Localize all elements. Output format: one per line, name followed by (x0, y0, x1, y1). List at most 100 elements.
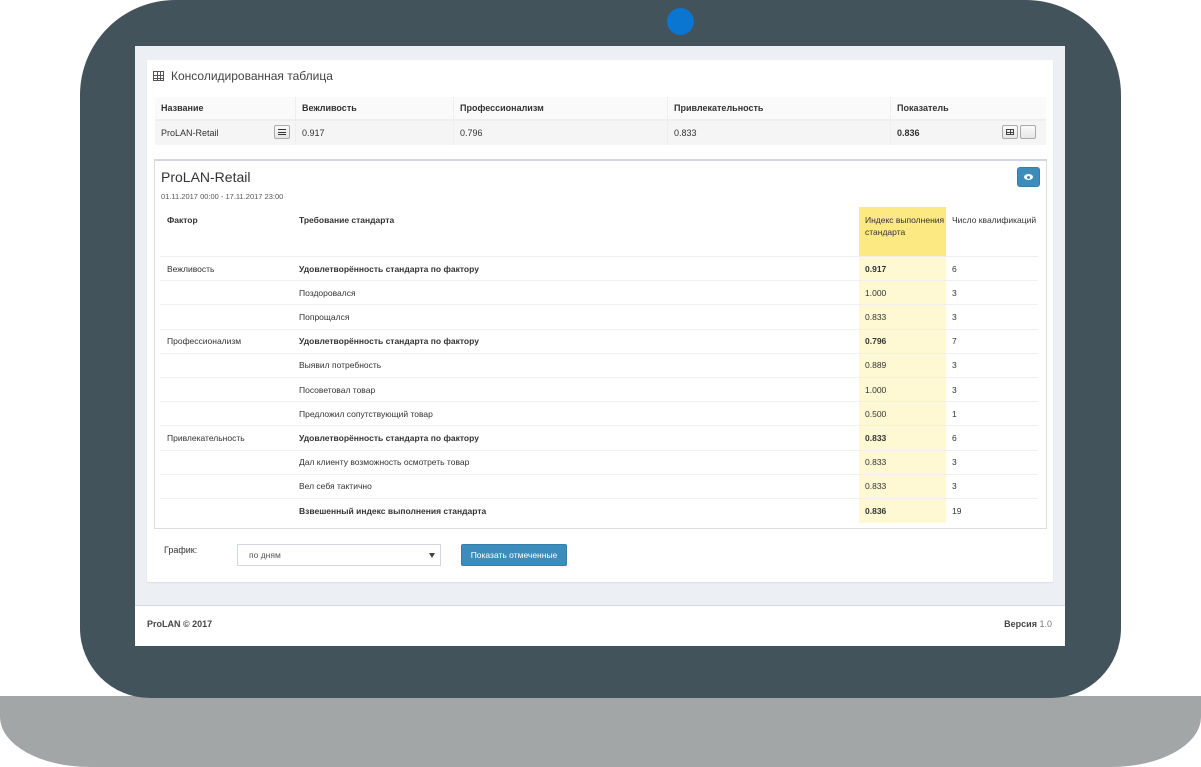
detail-cell-requirement: Дал клиенту возможность осмотреть товар (299, 457, 470, 468)
table-row: Взвешенный индекс выполнения стандарта 0.… (160, 498, 1038, 524)
detail-cell-requirement: Выявил потребность (299, 360, 382, 371)
detail-cell-factor (160, 354, 292, 377)
footer-copyright: ProLAN © 2017 (147, 619, 213, 629)
summary-row-name: ProLAN-Retail (161, 128, 219, 138)
summary-header-indicator: Показатель (897, 103, 949, 113)
detail-cell-index: 0.833 (859, 426, 946, 450)
detail-cell-factor (160, 281, 292, 304)
chart-period-value: по дням (249, 550, 281, 560)
detail-cell-factor (160, 378, 292, 401)
table-icon (153, 71, 164, 81)
detail-cell-factor (160, 451, 292, 474)
detail-cell-factor (160, 305, 292, 328)
caret-down-icon (429, 553, 435, 558)
summary-row-politeness: 0.917 (296, 121, 454, 145)
detail-cell-index: 0.796 (859, 329, 946, 353)
summary-row-indicator: 0.836 (897, 128, 920, 138)
detail-cell-factor: Привлекательность (167, 432, 245, 443)
detail-cell-index: 0.500 (859, 402, 946, 426)
footer-version-number: 1.0 (1039, 619, 1052, 629)
detail-header-factor: Фактор (167, 215, 198, 225)
panel-title: Консолидированная таблица (171, 69, 333, 83)
chart-period-select[interactable]: по дням (237, 544, 441, 566)
table-row: Поздоровался 1.000 3 (160, 281, 1038, 306)
table-row: Дал клиенту возможность осмотреть товар 0… (160, 450, 1038, 475)
detail-cell-requirement: Поздоровался (299, 287, 356, 298)
detail-cell-requirement: Вел себя тактично (299, 481, 372, 492)
table-row: Профессионализм Удовлетворённость стандар… (160, 329, 1038, 354)
detail-cell-requirement: Удовлетворённость стандарта по фактору (299, 263, 479, 274)
table-icon (1006, 129, 1014, 135)
detail-cell-requirement: Удовлетворённость стандарта по фактору (299, 336, 479, 347)
detail-cell-index: 0.833 (859, 450, 946, 474)
summary-table: Название Вежливость Профессионализм Прив… (155, 97, 1046, 145)
detail-cell-requirement: Взвешенный индекс выполнения стандарта (299, 505, 487, 516)
detail-cell-count: 3 (952, 287, 957, 298)
panel-header: Консолидированная таблица (153, 66, 333, 86)
table-row: ProLAN-Retail 0.917 0.796 0.833 0.836 (155, 121, 1046, 145)
row-blank-button[interactable] (1020, 125, 1036, 139)
detail-cell-factor (160, 475, 292, 498)
detail-cell-requirement: Предложил сопутствующий товар (299, 408, 433, 419)
detail-rows: Вежливость Удовлетворённость стандарта по… (160, 257, 1038, 524)
detail-cell-count: 3 (952, 481, 957, 492)
detail-cell-count: 7 (952, 336, 957, 347)
table-row: Привлекательность Удовлетворённость станд… (160, 426, 1038, 451)
detail-header-index: Индекс выполнения стандарта (859, 207, 946, 256)
detail-title: ProLAN-Retail (161, 169, 251, 185)
summary-header-name: Название (155, 97, 296, 119)
detail-header-count: Число квалификаций (952, 215, 1037, 225)
detail-cell-factor (160, 402, 292, 425)
detail-cell-count: 3 (952, 384, 957, 395)
detail-cell-index: 0.836 (859, 498, 946, 524)
detail-cell-index: 1.000 (859, 377, 946, 402)
detail-cell-index: 0.889 (859, 353, 946, 377)
app-screen: Консолидированная таблица Название Вежли… (135, 46, 1065, 646)
summary-header-politeness: Вежливость (296, 97, 454, 119)
detail-cell-count: 6 (952, 263, 957, 274)
footer-version-label: Версия (1004, 619, 1037, 629)
detail-cell-requirement: Посоветовал товар (299, 384, 376, 395)
detail-cell-count: 19 (952, 505, 962, 516)
summary-header-attractiveness: Привлекательность (668, 97, 891, 119)
chart-label: График: (164, 545, 198, 555)
table-row: Попрощался 0.833 3 (160, 305, 1038, 330)
eye-icon (1024, 174, 1033, 180)
detail-cell-index: 1.000 (859, 281, 946, 305)
row-menu-button[interactable] (274, 125, 290, 139)
table-row: Вел себя тактично 0.833 3 (160, 474, 1038, 499)
summary-row-attractiveness: 0.833 (668, 121, 891, 145)
detail-cell-index: 0.833 (859, 474, 946, 498)
detail-cell-count: 3 (952, 360, 957, 371)
detail-cell-requirement: Попрощался (299, 311, 350, 322)
table-row: Посоветовал товар 1.000 3 (160, 377, 1038, 403)
table-row: Вежливость Удовлетворённость стандарта по… (160, 257, 1038, 282)
summary-header-professionalism: Профессионализм (454, 97, 668, 119)
detail-box: ProLAN-Retail 01.11.2017 00:00 - 17.11.2… (154, 159, 1047, 529)
detail-cell-count: 3 (952, 311, 957, 322)
detail-cell-count: 6 (952, 432, 957, 443)
detail-cell-factor (160, 499, 292, 523)
laptop-base (0, 696, 1201, 767)
detail-table: Фактор Требование стандарта Индекс выпол… (160, 207, 1038, 524)
footer: ProLAN © 2017 Версия 1.0 (135, 605, 1065, 646)
detail-cell-count: 1 (952, 408, 957, 419)
detail-cell-requirement: Удовлетворённость стандарта по фактору (299, 432, 479, 443)
detail-date-range: 01.11.2017 00:00 - 17.11.2017 23:00 (161, 192, 284, 201)
view-button[interactable] (1017, 167, 1040, 187)
summary-row-professionalism: 0.796 (454, 121, 668, 145)
footer-version: Версия 1.0 (1004, 619, 1052, 629)
detail-header-requirement: Требование стандарта (299, 215, 395, 225)
table-row: Предложил сопутствующий товар 0.500 1 (160, 402, 1038, 427)
consolidated-panel: Консолидированная таблица Название Вежли… (147, 60, 1053, 582)
detail-cell-factor: Профессионализм (167, 336, 242, 347)
summary-header-row: Название Вежливость Профессионализм Прив… (155, 97, 1046, 121)
menu-icon (278, 129, 286, 135)
table-row: Выявил потребность 0.889 3 (160, 353, 1038, 378)
detail-cell-index: 0.917 (859, 257, 946, 281)
row-table-button[interactable] (1002, 125, 1018, 139)
detail-cell-factor: Вежливость (167, 263, 215, 274)
show-cancelled-button[interactable]: Показать отмеченные (461, 544, 567, 566)
detail-cell-index: 0.833 (859, 305, 946, 329)
detail-header-row: Фактор Требование стандарта Индекс выпол… (160, 207, 1038, 257)
